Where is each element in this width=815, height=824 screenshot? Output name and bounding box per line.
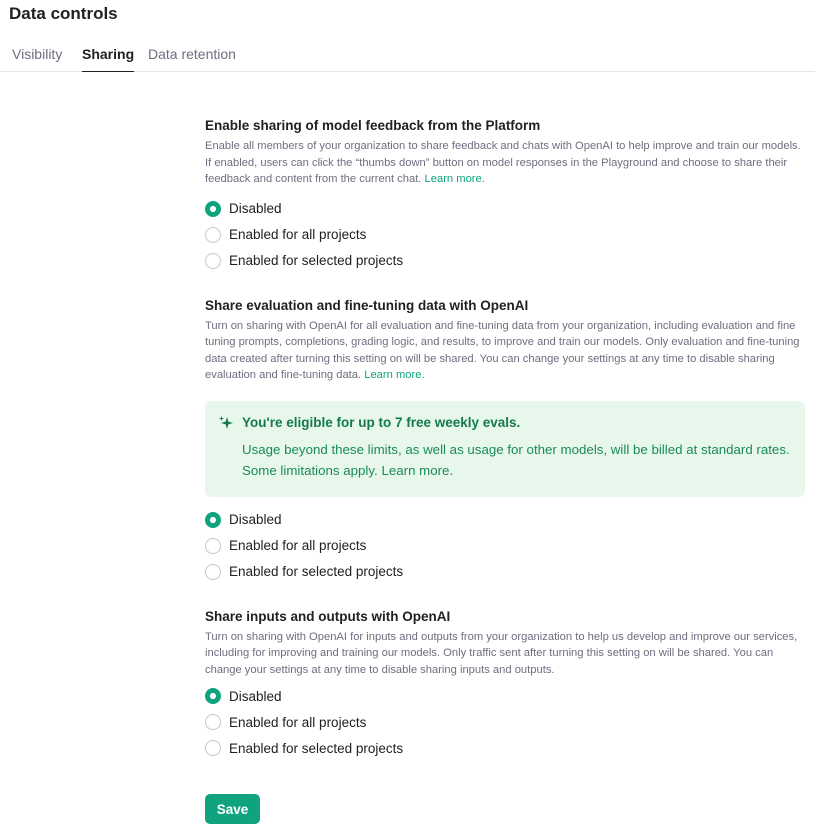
option-label: Disabled bbox=[229, 201, 282, 216]
radio-checked-icon[interactable] bbox=[205, 511, 221, 528]
sparkle-icon bbox=[219, 415, 233, 429]
io-sharing-options: Disabled Enabled for all projects Enable… bbox=[205, 683, 805, 761]
option-disabled[interactable]: Disabled bbox=[205, 507, 805, 533]
tab-bar: Visibility Sharing Data retention bbox=[0, 40, 815, 72]
tab-sharing[interactable]: Sharing bbox=[82, 46, 135, 72]
radio-unchecked-icon[interactable] bbox=[205, 226, 221, 243]
callout-learn-more-link[interactable]: Learn more. bbox=[381, 463, 453, 478]
radio-unchecked-icon[interactable] bbox=[205, 537, 221, 554]
io-sharing-section: Share inputs and outputs with OpenAI Tur… bbox=[205, 609, 805, 762]
radio-unchecked-icon[interactable] bbox=[205, 252, 221, 269]
tab-visibility[interactable]: Visibility bbox=[12, 46, 62, 72]
section-title: Enable sharing of model feedback from th… bbox=[205, 118, 541, 133]
data-controls-page: Data controls Visibility Sharing Data re… bbox=[0, 0, 815, 824]
option-enabled-all[interactable]: Enabled for all projects bbox=[205, 222, 805, 248]
section-description: Turn on sharing with OpenAI for inputs a… bbox=[205, 630, 798, 676]
section-description: Turn on sharing with OpenAI for all eval… bbox=[205, 318, 805, 384]
option-label: Enabled for all projects bbox=[229, 538, 367, 553]
option-disabled[interactable]: Disabled bbox=[205, 196, 805, 222]
description-text: Turn on sharing with OpenAI for all eval… bbox=[205, 319, 800, 382]
free-evals-callout: You're eligible for up to 7 free weekly … bbox=[205, 400, 805, 497]
radio-checked-icon[interactable] bbox=[205, 200, 221, 217]
eval-finetune-sharing-options: Disabled Enabled for all projects Enable… bbox=[205, 507, 805, 585]
radio-unchecked-icon[interactable] bbox=[205, 563, 221, 580]
option-label: Enabled for all projects bbox=[229, 227, 367, 242]
option-label: Disabled bbox=[229, 688, 282, 704]
option-enabled-selected[interactable]: Enabled for selected projects bbox=[205, 735, 805, 761]
radio-unchecked-icon[interactable] bbox=[205, 740, 221, 756]
radio-checked-icon[interactable] bbox=[205, 688, 221, 704]
radio-unchecked-icon[interactable] bbox=[205, 714, 221, 730]
section-description: Enable all members of your organization … bbox=[205, 138, 805, 188]
option-enabled-all[interactable]: Enabled for all projects bbox=[205, 709, 805, 735]
section-title: Share inputs and outputs with OpenAI bbox=[205, 608, 451, 624]
eval-finetune-sharing-section: Share evaluation and fine-tuning data wi… bbox=[205, 298, 805, 585]
option-label: Disabled bbox=[229, 512, 282, 527]
option-label: Enabled for selected projects bbox=[229, 253, 404, 268]
feedback-sharing-options: Disabled Enabled for all projects Enable… bbox=[205, 196, 805, 274]
callout-heading-text: You're eligible for up to 7 free weekly … bbox=[242, 415, 521, 430]
tab-data-retention[interactable]: Data retention bbox=[148, 46, 236, 72]
option-enabled-selected[interactable]: Enabled for selected projects bbox=[205, 559, 805, 585]
section-title: Share evaluation and fine-tuning data wi… bbox=[205, 297, 529, 313]
feedback-sharing-section: Enable sharing of model feedback from th… bbox=[205, 118, 805, 274]
learn-more-link[interactable]: Learn more. bbox=[425, 173, 485, 185]
callout-body: Usage beyond these limits, as well as us… bbox=[242, 439, 791, 481]
callout-heading: You're eligible for up to 7 free weekly … bbox=[218, 415, 791, 431]
option-label: Enabled for selected projects bbox=[229, 564, 404, 579]
option-label: Enabled for selected projects bbox=[229, 740, 404, 756]
callout-body-text: Usage beyond these limits, as well as us… bbox=[242, 441, 790, 478]
option-label: Enabled for all projects bbox=[229, 714, 367, 730]
save-button[interactable]: Save bbox=[205, 794, 260, 824]
description-text: Enable all members of your organization … bbox=[205, 140, 801, 185]
option-enabled-all[interactable]: Enabled for all projects bbox=[205, 533, 805, 559]
page-title: Data controls bbox=[9, 4, 118, 23]
sharing-settings: Enable sharing of model feedback from th… bbox=[205, 118, 805, 761]
learn-more-link[interactable]: Learn more. bbox=[364, 369, 424, 381]
option-disabled[interactable]: Disabled bbox=[205, 683, 805, 709]
option-enabled-selected[interactable]: Enabled for selected projects bbox=[205, 248, 805, 274]
